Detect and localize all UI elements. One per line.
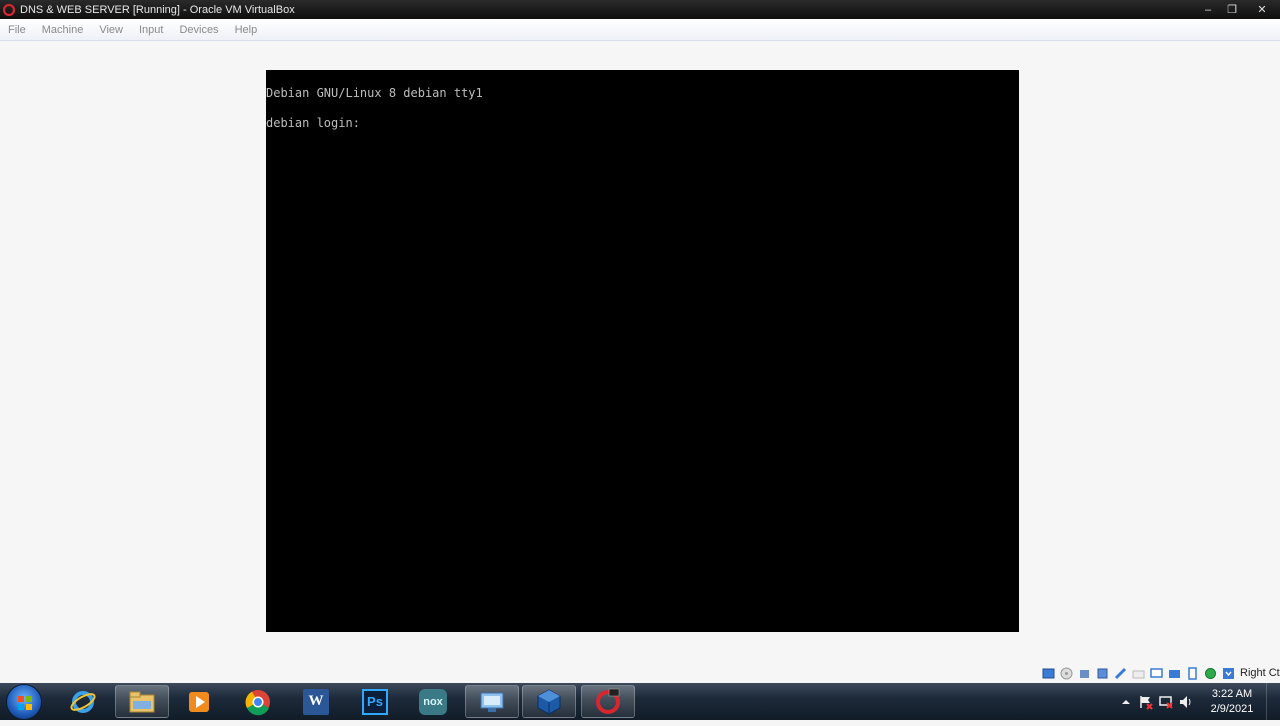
network-icon[interactable]: [1095, 666, 1110, 681]
nox-icon: nox: [419, 688, 447, 715]
volume-icon[interactable]: [1176, 692, 1196, 712]
optical-drive-icon[interactable]: [1059, 666, 1074, 681]
taskbar-clock[interactable]: 3:22 AM 2/9/2021: [1202, 687, 1262, 717]
chrome-icon: [245, 689, 270, 715]
host-key-label: Right Ctrl: [1240, 667, 1280, 679]
media-player-icon: [189, 691, 209, 712]
virtualbox-icon: [537, 688, 561, 715]
menu-devices[interactable]: Devices: [171, 24, 226, 36]
menu-machine[interactable]: Machine: [34, 24, 92, 36]
hard-disk-icon[interactable]: [1041, 666, 1056, 681]
menu-file[interactable]: File: [0, 24, 34, 36]
taskbar-photoshop[interactable]: Ps: [348, 685, 402, 718]
taskbar-word[interactable]: W: [289, 685, 343, 718]
taskbar-control-panel[interactable]: [465, 685, 519, 718]
debian-icon: [596, 688, 620, 714]
system-tray: 3:22 AM 2/9/2021: [1116, 683, 1280, 720]
vm-status-bar: Right Ctrl: [0, 663, 1280, 683]
keyboard-icon[interactable]: [1221, 666, 1236, 681]
audio-icon[interactable]: [1077, 666, 1092, 681]
start-button[interactable]: [6, 684, 42, 720]
menu-view[interactable]: View: [91, 24, 131, 36]
window-controls: – ❐ ✕: [1196, 0, 1280, 19]
taskbar-debian-vm[interactable]: [581, 685, 635, 718]
debian-vm-icon: [2, 3, 16, 17]
windows-taskbar: W Ps nox 3:22 AM 2/9/2021: [0, 683, 1280, 720]
restore-button[interactable]: ❐: [1220, 0, 1244, 19]
vm-console-screen[interactable]: Debian GNU/Linux 8 debian tty1 debian lo…: [266, 70, 1019, 632]
display-icon[interactable]: [1149, 666, 1164, 681]
word-icon-label: W: [308, 693, 324, 709]
minimize-button[interactable]: –: [1196, 0, 1220, 19]
internet-explorer-icon: [70, 690, 96, 713]
taskbar-virtualbox[interactable]: [522, 685, 576, 718]
clock-time: 3:22 AM: [1211, 687, 1253, 700]
control-panel-icon: [480, 692, 504, 712]
menu-input[interactable]: Input: [131, 24, 171, 36]
vm-display-area: Debian GNU/Linux 8 debian tty1 debian lo…: [0, 41, 1280, 663]
console-login-prompt: debian login:: [266, 116, 360, 130]
action-center-flag-icon[interactable]: [1136, 692, 1156, 712]
video-capture-icon[interactable]: [1167, 666, 1182, 681]
nox-icon-label: nox: [423, 695, 443, 708]
shared-folders-icon[interactable]: [1131, 666, 1146, 681]
mouse-integration-icon[interactable]: [1203, 666, 1218, 681]
photoshop-icon-label: Ps: [367, 694, 383, 709]
clock-date: 2/9/2021: [1210, 702, 1254, 715]
window-title-bar[interactable]: DNS & WEB SERVER [Running] - Oracle VM V…: [0, 0, 1280, 19]
word-icon: W: [303, 688, 329, 715]
console-banner: Debian GNU/Linux 8 debian tty1: [266, 86, 483, 100]
photoshop-icon: Ps: [362, 688, 388, 715]
close-button[interactable]: ✕: [1244, 0, 1280, 19]
taskbar-media-player[interactable]: [172, 685, 226, 718]
taskbar-chrome[interactable]: [231, 685, 285, 718]
taskbar-file-explorer[interactable]: [115, 685, 169, 718]
window-title: DNS & WEB SERVER [Running] - Oracle VM V…: [20, 3, 295, 16]
cpu-icon[interactable]: [1185, 666, 1200, 681]
windows-logo-icon: [18, 696, 32, 710]
status-icons: [1041, 665, 1236, 681]
usb-icon[interactable]: [1113, 666, 1128, 681]
menu-bar: File Machine View Input Devices Help: [0, 19, 1280, 41]
network-tray-icon[interactable]: [1156, 692, 1176, 712]
show-hidden-icons-icon[interactable]: [1116, 692, 1136, 712]
menu-help[interactable]: Help: [227, 24, 266, 36]
taskbar-nox[interactable]: nox: [406, 685, 460, 718]
file-explorer-icon: [129, 691, 155, 712]
show-desktop-button[interactable]: [1266, 683, 1280, 720]
taskbar-internet-explorer[interactable]: [56, 685, 110, 718]
